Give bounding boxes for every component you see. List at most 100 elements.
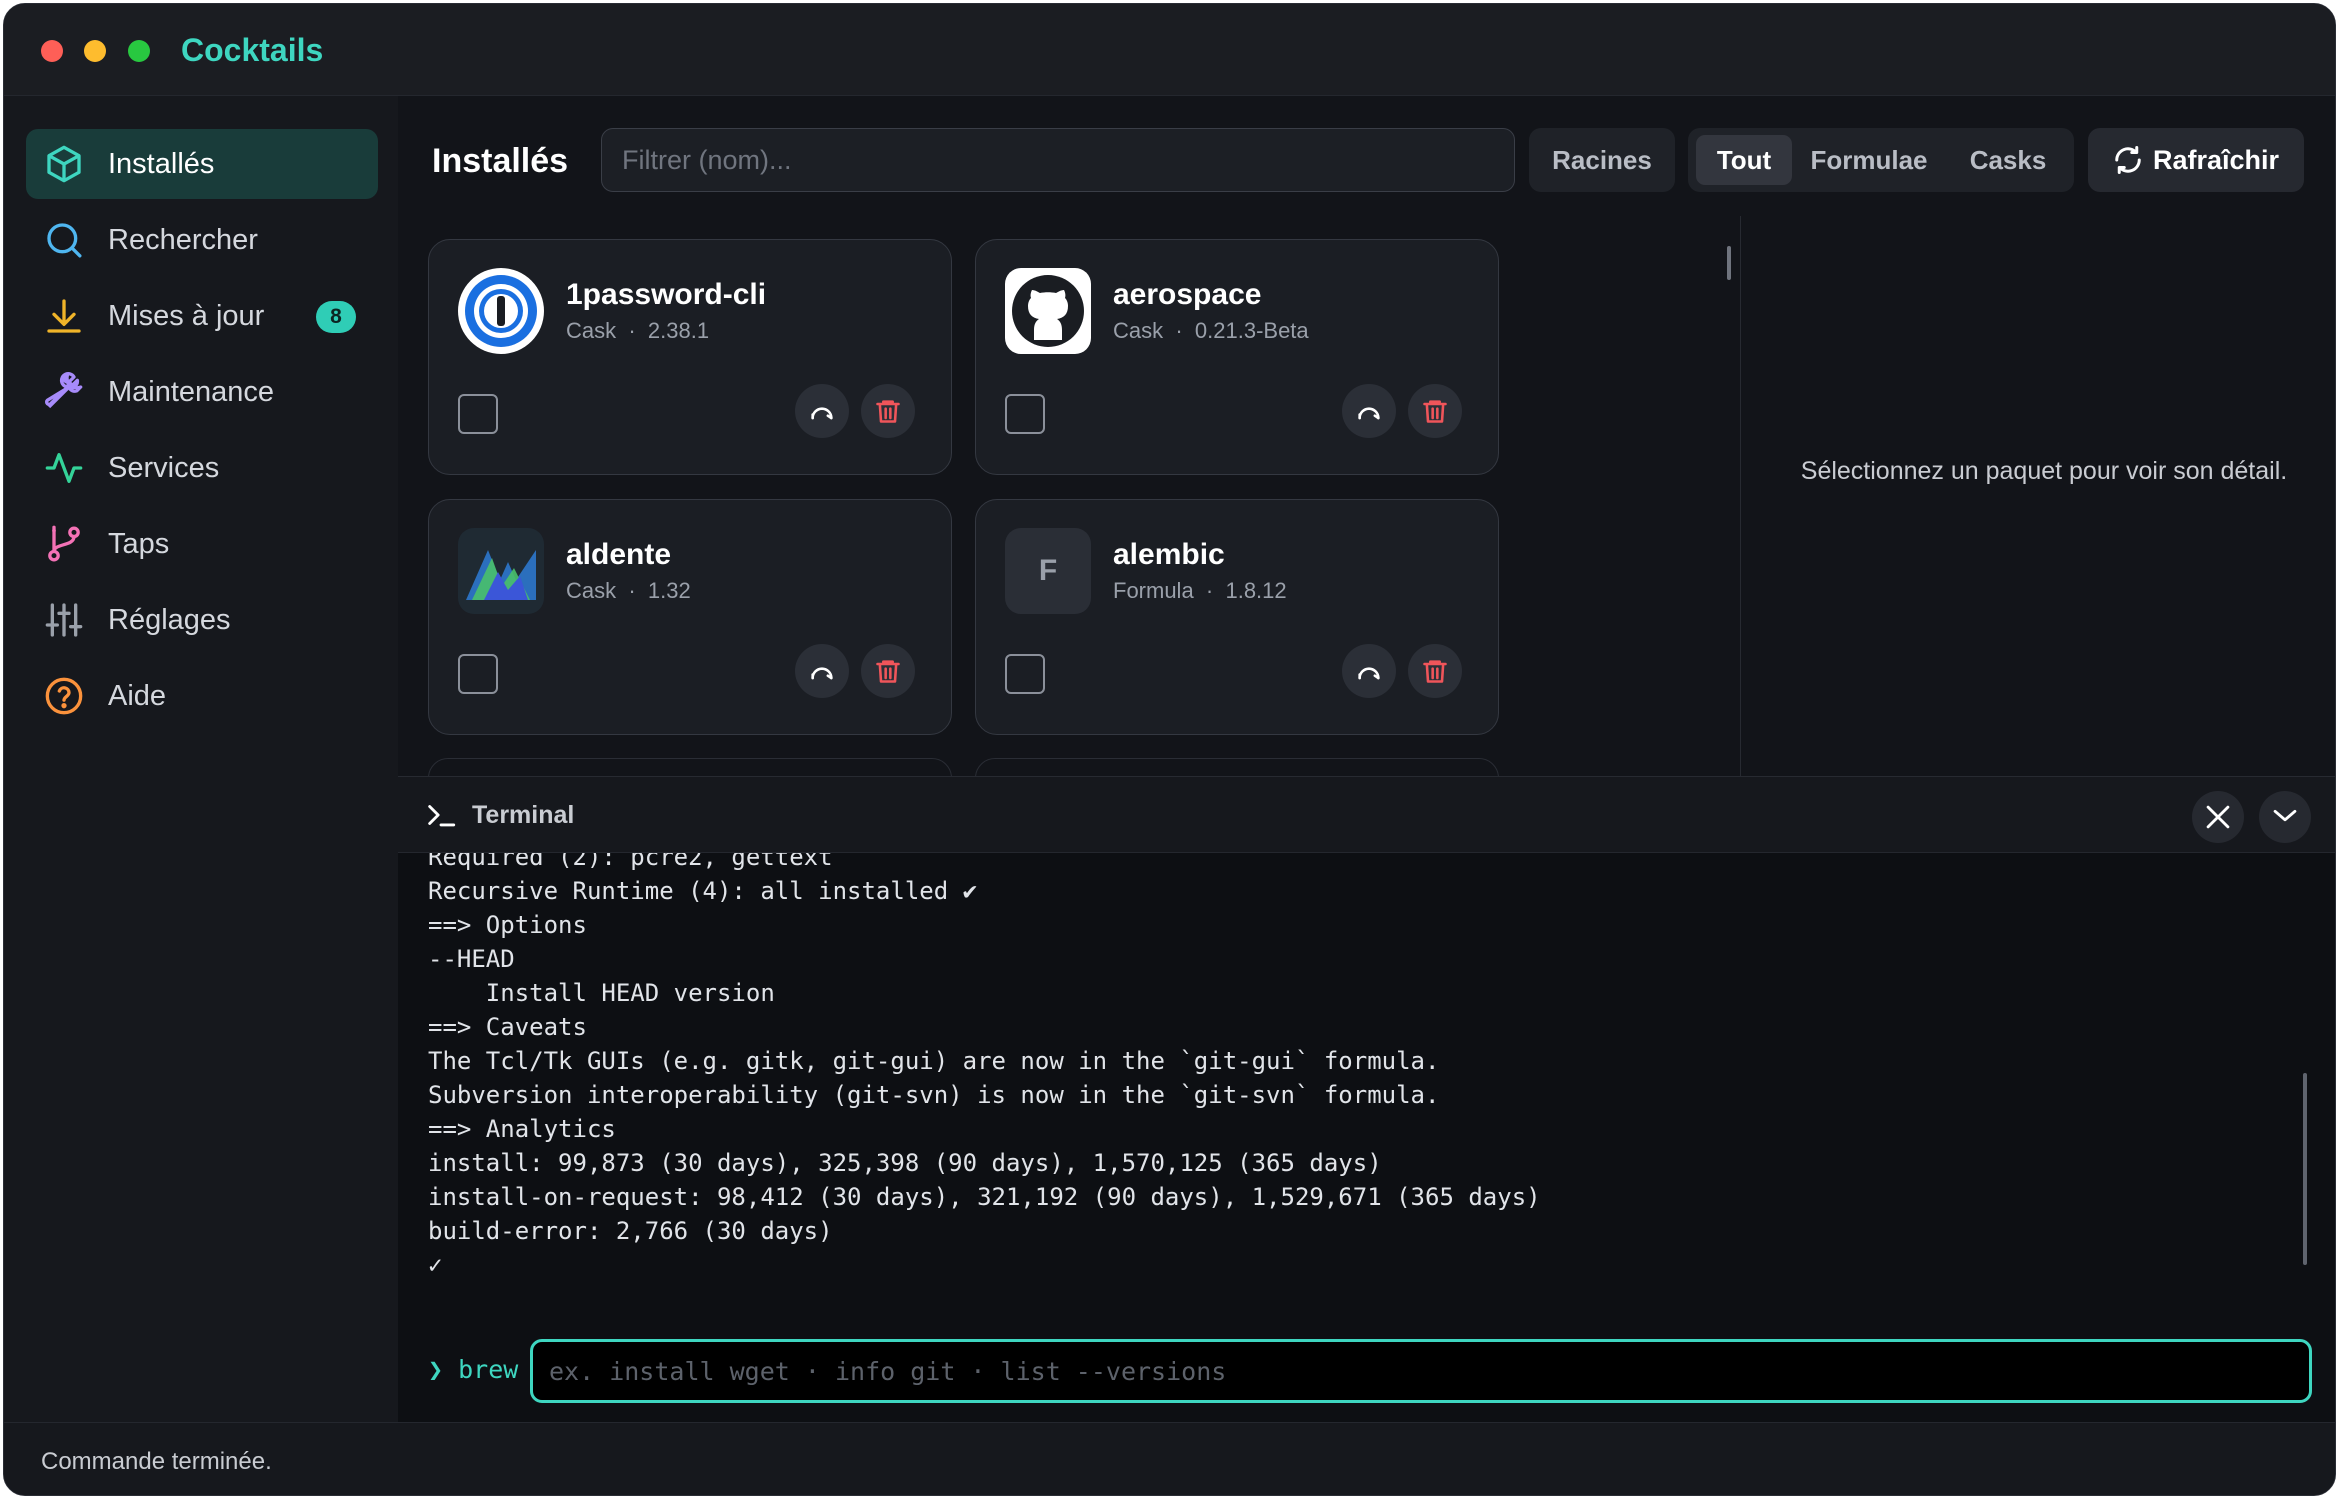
- terminal-title: Terminal: [472, 801, 575, 829]
- activity-icon: [45, 453, 83, 483]
- sidebar-item-aide[interactable]: Aide: [26, 661, 378, 731]
- package-card[interactable]: F alembic Formula · 1.8.12: [975, 499, 1499, 735]
- delete-button[interactable]: [1408, 644, 1462, 698]
- sidebar-item-label: Rechercher: [108, 224, 258, 256]
- terminal-line: ==> Caveats: [428, 1013, 587, 1041]
- racines-toggle[interactable]: Racines: [1529, 135, 1675, 185]
- terminal-line: ==> Options: [428, 911, 587, 939]
- terminal-line: Install HEAD version: [428, 979, 775, 1007]
- package-meta: Cask · 2.38.1: [566, 318, 710, 343]
- package-name: aldente: [566, 538, 672, 571]
- sidebar-item-maintenance[interactable]: Maintenance: [26, 357, 378, 427]
- package-select-checkbox[interactable]: [458, 394, 498, 434]
- sidebar-item-rechercher[interactable]: Rechercher: [26, 205, 378, 275]
- package-select-checkbox[interactable]: [458, 654, 498, 694]
- trash-icon: [876, 660, 900, 683]
- filter-input[interactable]: [601, 128, 1515, 192]
- segment-formulae[interactable]: Formulae: [1796, 135, 1942, 185]
- chevron-down-icon: [2273, 809, 2297, 822]
- app-title: Cocktails: [181, 32, 324, 68]
- delete-button[interactable]: [861, 384, 915, 438]
- aldente-logo: [458, 528, 544, 614]
- segment-tout[interactable]: Tout: [1696, 135, 1792, 185]
- terminal-scrollbar[interactable]: [2303, 1073, 2307, 1265]
- download-icon: [47, 299, 81, 333]
- reinstall-button[interactable]: [795, 384, 849, 438]
- grid-scrollbar[interactable]: [1727, 246, 1731, 280]
- terminal-line: Required (2): pcre2, gettext: [428, 853, 833, 871]
- sidebar-item-label: Mises à jour: [108, 300, 265, 332]
- terminal-line: install-on-request: 98,412 (30 days), 32…: [428, 1183, 1541, 1211]
- package-icon: [47, 145, 81, 183]
- terminal-header: Terminal: [398, 777, 2335, 853]
- terminal-line: ==> Analytics: [428, 1115, 616, 1143]
- terminal-collapse-button[interactable]: [2259, 791, 2311, 843]
- sidebar: Installés Rechercher Mises à jour 8 Main…: [4, 96, 398, 1422]
- terminal-line: Recursive Runtime (4): all installed ✔: [428, 877, 978, 905]
- package-card[interactable]: 1password-cli Cask · 2.38.1: [428, 239, 952, 475]
- package-meta: Cask · 1.32: [566, 578, 691, 603]
- terminal-icon: [428, 805, 456, 827]
- package-meta: Formula · 1.8.12: [1113, 578, 1287, 603]
- status-text: Commande terminée.: [41, 1448, 272, 1475]
- trash-icon: [1423, 660, 1447, 683]
- delete-button[interactable]: [1408, 384, 1462, 438]
- terminal-line: build-error: 2,766 (30 days): [428, 1217, 833, 1245]
- package-name: alembic: [1113, 538, 1225, 571]
- zoom-window-button[interactable]: [128, 40, 150, 62]
- title-bar: Cocktails: [4, 4, 2335, 96]
- detail-empty-message: Sélectionnez un paquet pour voir son dét…: [1800, 457, 2288, 485]
- package-card[interactable]: aldente Cask · 1.32: [428, 499, 952, 735]
- terminal-output[interactable]: Required (2): pcre2, gettext Recursive Ru…: [428, 853, 2288, 1383]
- package-name: aerospace: [1113, 278, 1262, 311]
- help-circle-icon: [45, 677, 83, 715]
- package-card[interactable]: aerospace Cask · 0.21.3-Beta: [975, 239, 1499, 475]
- package-meta: Cask · 0.21.3-Beta: [1113, 318, 1309, 343]
- package-name: 1password-cli: [566, 278, 767, 311]
- package-select-checkbox[interactable]: [1005, 654, 1045, 694]
- roots-toggle-group: Racines: [1529, 128, 1675, 192]
- close-window-button[interactable]: [41, 40, 63, 62]
- sidebar-item-installes[interactable]: Installés: [26, 129, 378, 199]
- detail-divider: [1740, 216, 1741, 776]
- page-title: Installés: [432, 142, 569, 180]
- minimize-window-button[interactable]: [84, 40, 106, 62]
- close-icon: [2206, 805, 2230, 829]
- search-icon: [47, 223, 82, 258]
- 1password-logo: [458, 268, 544, 354]
- reinstall-button[interactable]: [1342, 644, 1396, 698]
- terminal-line: Subversion interoperability (git-svn) is…: [428, 1081, 1440, 1109]
- sidebar-item-reglages[interactable]: Réglages: [26, 585, 378, 655]
- brew-command-input[interactable]: [530, 1339, 2312, 1403]
- brew-prompt: ❯ brew: [428, 1355, 519, 1384]
- formula-letter-avatar: F: [1005, 528, 1091, 614]
- terminal-line: install: 99,873 (30 days), 325,398 (90 d…: [428, 1149, 1382, 1177]
- app-window: Cocktails Installés Rechercher Mises à j…: [3, 3, 2336, 1496]
- terminal-line: --HEAD: [428, 945, 515, 973]
- reinstall-button[interactable]: [795, 644, 849, 698]
- package-grid: 1password-cli Cask · 2.38.1 aerospace Ca…: [398, 216, 1734, 776]
- status-bar: Commande terminée.: [4, 1422, 2335, 1495]
- trash-icon: [1423, 400, 1447, 423]
- reinstall-icon: [1358, 667, 1380, 680]
- sidebar-item-taps[interactable]: Taps: [26, 509, 378, 579]
- delete-button[interactable]: [861, 644, 915, 698]
- package-select-checkbox[interactable]: [1005, 394, 1045, 434]
- package-card-partial: [428, 758, 952, 776]
- terminal-panel: Terminal Required (2): pcre2, gettext Rec…: [398, 776, 2335, 1422]
- sidebar-item-mises-a-jour[interactable]: Mises à jour 8: [26, 281, 378, 351]
- refresh-icon: [2115, 146, 2141, 174]
- terminal-line: The Tcl/Tk GUIs (e.g. gitk, git-gui) are…: [428, 1047, 1440, 1075]
- reinstall-button[interactable]: [1342, 384, 1396, 438]
- github-logo: [1005, 268, 1091, 354]
- refresh-button[interactable]: Rafraîchir: [2088, 128, 2304, 192]
- segment-casks[interactable]: Casks: [1948, 135, 2068, 185]
- package-card-partial: [975, 758, 1499, 776]
- updates-count-badge: 8: [316, 301, 356, 333]
- sliders-icon: [45, 603, 83, 637]
- git-branch-icon: [48, 525, 80, 562]
- terminal-close-button[interactable]: [2192, 791, 2244, 843]
- sidebar-item-services[interactable]: Services: [26, 433, 378, 503]
- terminal-lines: Required (2): pcre2, gettext Recursive Ru…: [428, 853, 1541, 1282]
- trash-icon: [876, 400, 900, 423]
